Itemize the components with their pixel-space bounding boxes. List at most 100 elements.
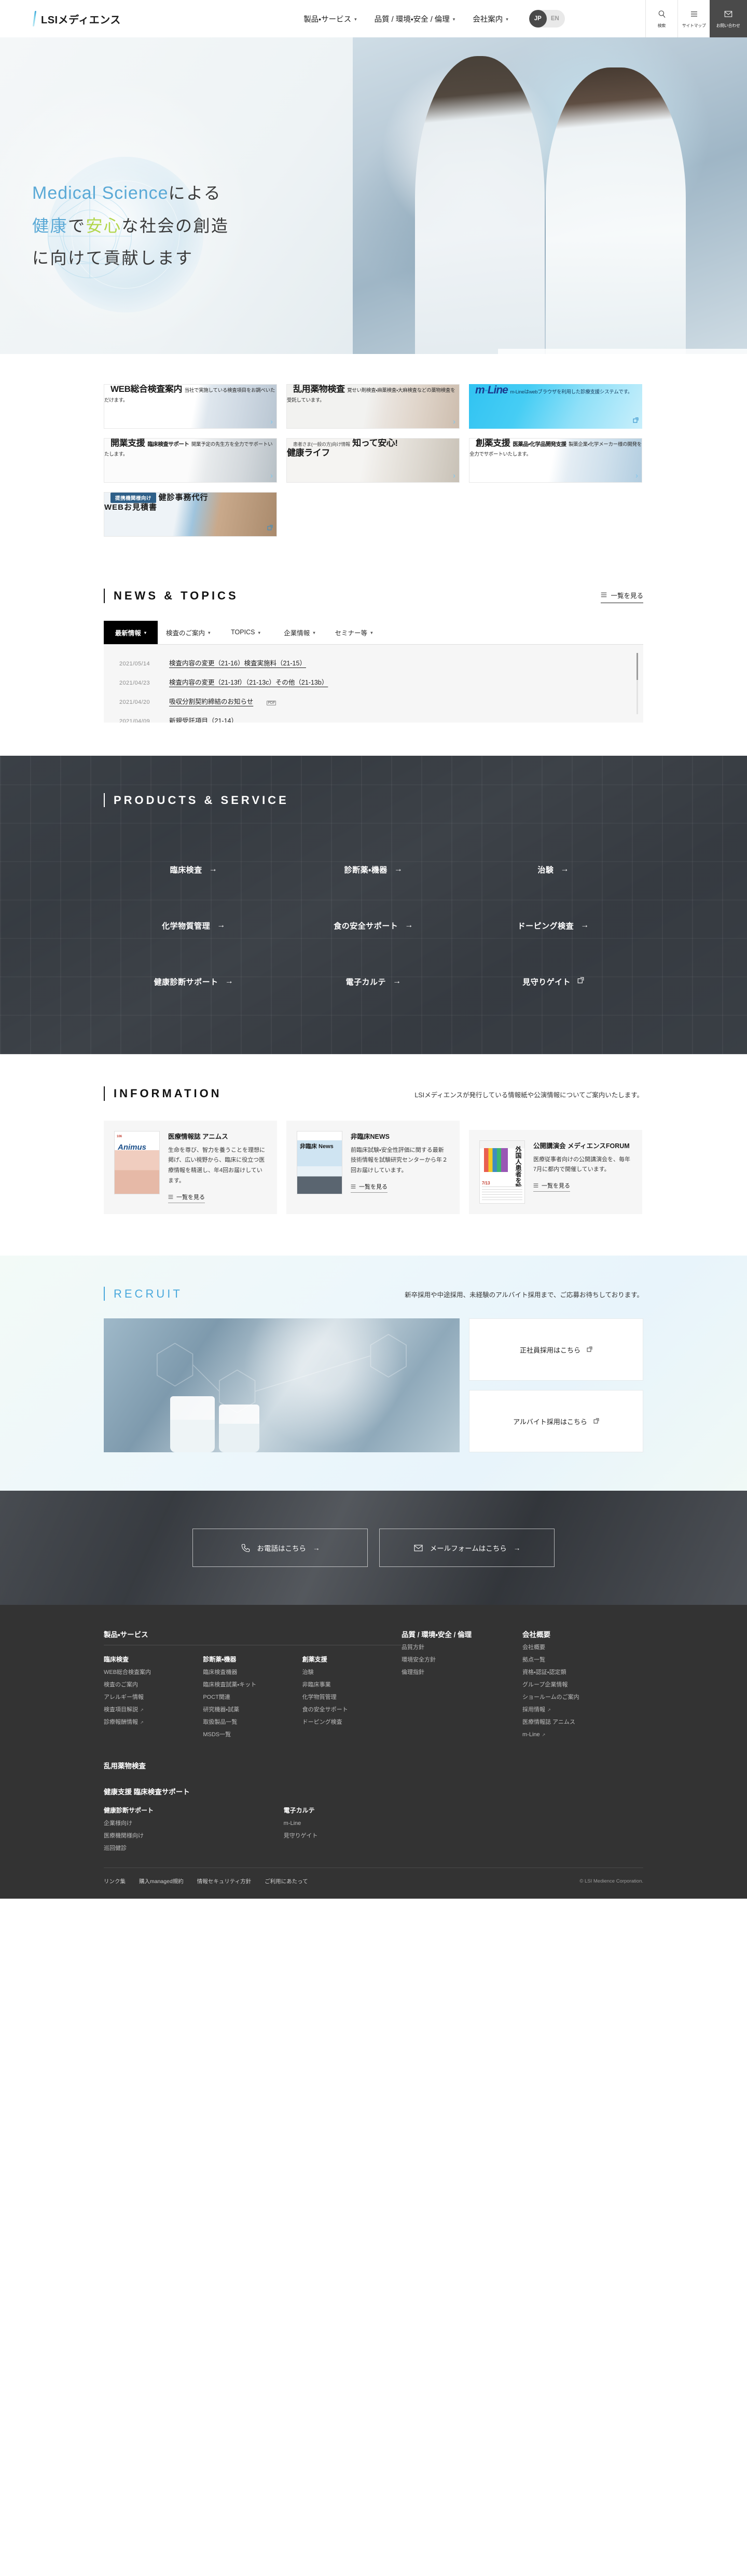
news-row[interactable]: 2021/04/09 新規受託項目（21-14） — [119, 711, 630, 723]
recruit-parttime-button[interactable]: アルバイト採用はこちら — [469, 1390, 643, 1452]
footer-link[interactable]: 見守りゲイト — [284, 1833, 452, 1839]
product-link-food-safety[interactable]: 食の安全サポート → — [284, 897, 464, 953]
footer-link[interactable]: 臨床検査機器 — [203, 1670, 290, 1675]
hero-word-kenko: 健康 — [32, 216, 68, 236]
footer-link[interactable]: 化学物質管理 — [302, 1695, 390, 1700]
hero-news-card[interactable]: 2021.04.19 ホームページをリニューアルしました。 — [498, 349, 747, 354]
contact-phone-button[interactable]: お電話はこちら → — [192, 1529, 368, 1567]
lang-jp[interactable]: JP — [529, 10, 547, 28]
news-title[interactable]: 吸収分割契約締結のお知らせ — [169, 696, 253, 706]
product-link-clinical-trial[interactable]: 治験 → — [463, 841, 643, 897]
info-card-more-link[interactable]: 一覧を見る — [533, 1181, 570, 1192]
list-icon — [533, 1183, 538, 1188]
contact-mail-button[interactable]: メールフォームはこちら → — [379, 1529, 555, 1567]
news-tab-corporate[interactable]: 企業情報 ▾ — [272, 620, 327, 644]
footer-link[interactable]: 資格・認証・認定類 — [522, 1670, 632, 1675]
info-card-hirinsho-news[interactable]: 非臨床 News 非臨床NEWS 前臨床試験・安全性評価に関する最新技術情報を試… — [286, 1120, 460, 1214]
footer-link[interactable]: 取扱製品一覧 — [203, 1720, 290, 1725]
info-card-more-link[interactable]: 一覧を見る — [351, 1182, 388, 1193]
footer-link[interactable]: 品質方針 — [402, 1645, 511, 1651]
product-link-health-checkup[interactable]: 健康診断サポート → — [104, 953, 284, 1010]
news-tab-exam-guide[interactable]: 検査のご案内 ▾ — [158, 620, 219, 644]
product-link-clinical-test[interactable]: 臨床検査 → — [104, 841, 284, 897]
language-toggle[interactable]: JP EN — [529, 10, 565, 28]
footer-link[interactable]: ドーピング検査 — [302, 1720, 390, 1725]
banner-m-line[interactable]: m-Line m-Lineはwebブラウザを利用した診療支援システムです。 — [469, 384, 642, 429]
banner-web-exam-guide[interactable]: WEB総合検査案内 当社で実施している検査項目をお調べいただけます。 › — [104, 384, 277, 429]
external-link-icon — [633, 416, 639, 426]
nav-item-quality[interactable]: 品質 / 環境・安全 / 倫理 ▾ — [375, 13, 455, 24]
footer-link[interactable]: 採用情報 ↗ — [522, 1707, 632, 1713]
footer-link[interactable]: 診療報酬情報 ↗ — [104, 1720, 191, 1725]
footer-link[interactable]: 医療機関様向け — [104, 1833, 272, 1839]
footer-link[interactable]: 検査のご案内 — [104, 1682, 191, 1688]
arrow-right-icon: → — [580, 921, 589, 930]
footer-link[interactable]: m-Line ↗ — [522, 1732, 632, 1738]
news-scrollbar[interactable] — [637, 652, 638, 714]
footer-link[interactable]: 研究機器・試薬 — [203, 1707, 290, 1713]
news-tab-topics[interactable]: TOPICS ▾ — [218, 620, 273, 644]
product-link-doping-test[interactable]: ドーピング検査 → — [463, 897, 643, 953]
banner-drug-discovery-support[interactable]: 創薬支援 医薬品・化学品開発支援 製薬企業・化学メーカー様の開発を全力でサポートい… — [469, 438, 642, 483]
product-link-electronic-chart[interactable]: 電子カルテ → — [284, 953, 464, 1010]
footer-link[interactable]: 非臨床事業 — [302, 1682, 390, 1688]
sitemap-button[interactable]: サイトマップ — [677, 0, 710, 37]
footer-link[interactable]: POCT関連 — [203, 1695, 290, 1700]
recruit-fulltime-label: 正社員採用はこちら — [519, 1346, 580, 1354]
info-card-more-link[interactable]: 一覧を見る — [168, 1193, 205, 1203]
footer-link[interactable]: 会社概要 — [522, 1645, 632, 1651]
news-tab-latest[interactable]: 最新情報 ▾ — [104, 620, 158, 644]
product-link-diagnostics[interactable]: 診断薬・機器 → — [284, 841, 464, 897]
recruit-fulltime-button[interactable]: 正社員採用はこちら — [469, 1318, 643, 1381]
info-card-medience-forum[interactable]: 外国人患者を診る 7/13 公開講演会 メディエンスFORUM 医療従事者向けの… — [469, 1129, 642, 1214]
footer-link[interactable]: WEB総合検査案内 — [104, 1670, 191, 1675]
flask-image — [170, 1396, 215, 1452]
news-title[interactable]: 検査内容の変更（21-16）検査実施料（21-15） — [169, 658, 306, 667]
banner-clinic-opening-support[interactable]: 開業支援 臨床検査サポート 開業予定の先生方を全力でサポートいたします。 › — [104, 438, 277, 483]
banner-drug-abuse-test[interactable]: 乱用薬物検査 覚せい剤検査・麻薬検査・大麻検査などの薬物検査を受託しています。 … — [286, 384, 460, 429]
external-link-icon — [577, 977, 584, 986]
news-title[interactable]: 検査内容の変更（21-13f）（21-13c）その他（21-13b） — [169, 677, 328, 687]
chemistry-structure-graphic-icon — [157, 1333, 407, 1413]
footer-link[interactable]: グループ企業情報 — [522, 1682, 632, 1688]
news-view-all-link[interactable]: 一覧を見る — [601, 590, 643, 603]
footer-link[interactable]: 拠点一覧 — [522, 1657, 632, 1663]
logo[interactable]: LSIメディエンス — [0, 0, 223, 37]
footer-link[interactable]: 食の安全サポート — [302, 1707, 390, 1713]
footer-link[interactable]: 企業様向け — [104, 1821, 272, 1827]
footer-link[interactable]: 倫理指針 — [402, 1670, 511, 1675]
footer-bottom-link-terms[interactable]: 購入managed規約 — [139, 1877, 184, 1885]
news-title[interactable]: 新規受託項目（21-14） — [169, 715, 238, 723]
news-tab-seminar[interactable]: セミナー等 ▾ — [326, 620, 381, 644]
footer-link[interactable]: 臨床検査試薬・キット — [203, 1682, 290, 1688]
footer-link[interactable]: アレルギー情報 — [104, 1695, 191, 1700]
news-scrollbar-thumb[interactable] — [637, 652, 638, 680]
footer-link[interactable]: 環境安全方針 — [402, 1657, 511, 1663]
product-link-mimamori-gate[interactable]: 見守りゲイト — [463, 953, 643, 1010]
product-link-chemical-management[interactable]: 化学物質管理 → — [104, 897, 284, 953]
news-row[interactable]: 2021/04/23 検査内容の変更（21-13f）（21-13c）その他（21… — [119, 672, 630, 691]
footer-link-label: 企業様向け — [104, 1820, 132, 1827]
info-card-animus[interactable]: 106 Animus 医療情報誌 アニムス 生命を尊び、智力を養うことを理想に掲… — [104, 1120, 277, 1214]
footer-link[interactable]: ショールームのご案内 — [522, 1695, 632, 1700]
footer-link[interactable]: 巡回健診 — [104, 1846, 272, 1851]
footer-link[interactable]: 検査項目解説 ↗ — [104, 1707, 191, 1713]
nav-item-products[interactable]: 製品・サービス ▾ — [303, 13, 356, 24]
banner-health-life[interactable]: 患者さま(一般の方)向け情報 知って安心! 健康ライフ › — [286, 438, 460, 483]
banner-health-checkup-quote[interactable]: 提携機関様向け 健診事務代行 WEBお見積書 — [104, 492, 277, 537]
search-button[interactable]: 検索 — [645, 0, 677, 37]
news-row[interactable]: 2021/05/14 検査内容の変更（21-16）検査実施料（21-15） — [119, 653, 630, 672]
footer-link[interactable]: MSDS一覧 — [203, 1732, 290, 1738]
footer-bottom-link-links[interactable]: リンク集 — [104, 1877, 126, 1885]
footer-link-label: 臨床検査試薬・キット — [203, 1682, 257, 1688]
lang-en[interactable]: EN — [547, 16, 565, 22]
news-row[interactable]: 2021/04/20 吸収分割契約締結のお知らせ PDF — [119, 691, 630, 711]
contact-button[interactable]: お問い合わせ — [710, 0, 747, 37]
footer-link[interactable]: 医療情報誌 アニムス — [522, 1720, 632, 1725]
footer-bottom-link-security[interactable]: 情報セキュリティ方針 — [197, 1877, 251, 1885]
footer-link[interactable]: m-Line — [284, 1821, 452, 1827]
nav-item-company[interactable]: 会社案内 ▾ — [473, 13, 508, 24]
footer-link[interactable]: 治験 — [302, 1670, 390, 1675]
products-section: PRODUCTS & SERVICE 臨床検査 → 診断薬・機器 → 治験 → 化学物… — [0, 755, 747, 1055]
footer-bottom-link-usage[interactable]: ご利用にあたって — [265, 1877, 308, 1885]
